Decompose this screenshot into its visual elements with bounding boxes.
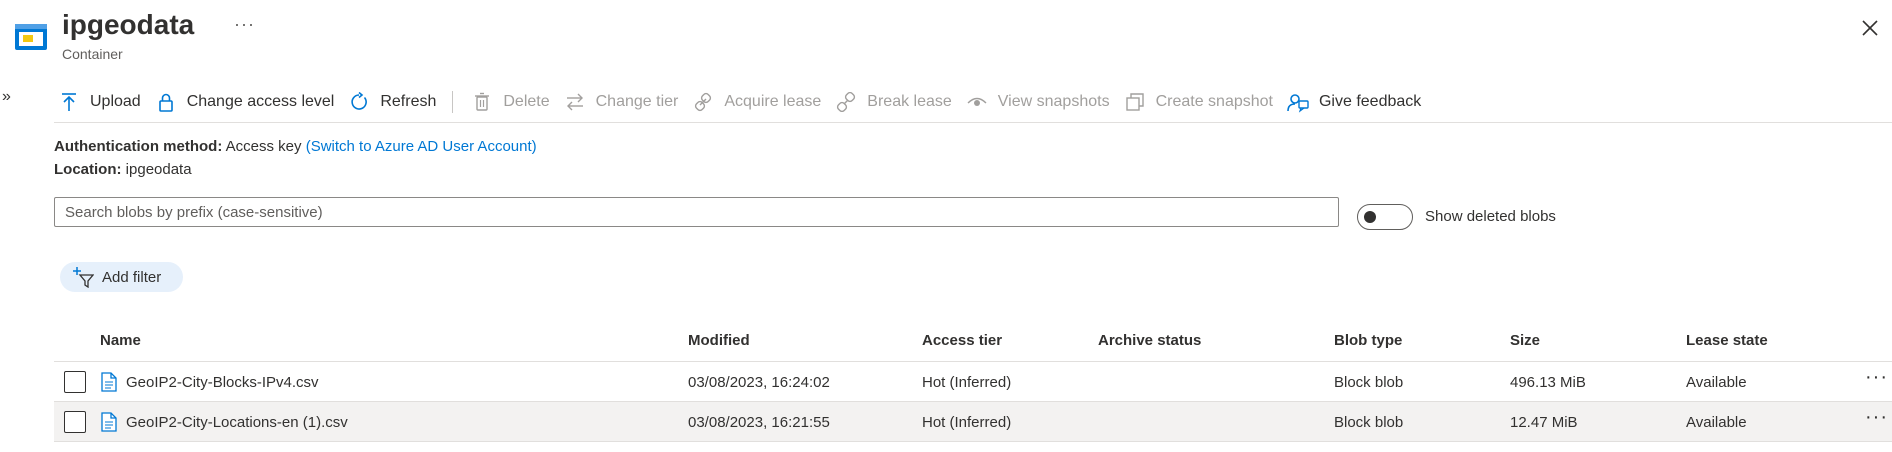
column-header-modified[interactable]: Modified	[688, 332, 750, 349]
show-deleted-label: Show deleted blobs	[1425, 208, 1556, 225]
column-header-lease-state[interactable]: Lease state	[1686, 332, 1768, 349]
broken-link-icon	[835, 91, 857, 113]
give-feedback-label: Give feedback	[1318, 93, 1422, 110]
command-bar: Upload Change access level Refresh Delet…	[54, 84, 1431, 120]
row-more-button[interactable]: ···	[1865, 406, 1888, 429]
row-more-button[interactable]: ···	[1865, 366, 1888, 389]
column-header-blob-type[interactable]: Blob type	[1334, 332, 1402, 349]
upload-label: Upload	[90, 93, 141, 110]
acquire-lease-button[interactable]: Acquire lease	[688, 84, 831, 120]
filter-icon	[73, 267, 94, 288]
table-row[interactable]: GeoIP2-City-Blocks-IPv4.csv 03/08/2023, …	[54, 362, 1892, 402]
auth-method-label: Authentication method:	[54, 138, 223, 155]
toolbar-divider	[54, 122, 1892, 123]
break-lease-label: Break lease	[867, 93, 952, 110]
trash-icon	[471, 91, 493, 113]
add-filter-label: Add filter	[102, 268, 162, 286]
auth-method-line: Authentication method: Access key (Switc…	[54, 138, 537, 155]
view-snapshots-label: View snapshots	[997, 93, 1110, 110]
give-feedback-button[interactable]: Give feedback	[1283, 84, 1431, 120]
link-icon	[692, 91, 714, 113]
eye-icon	[966, 91, 988, 113]
page-title: ipgeodata	[62, 9, 195, 40]
blob-table: Name Modified Access tier Archive status…	[54, 322, 1892, 442]
page-subtitle: Container	[62, 46, 123, 62]
column-header-archive-status[interactable]: Archive status	[1098, 332, 1201, 349]
change-tier-label: Change tier	[595, 93, 679, 110]
create-snapshot-label: Create snapshot	[1155, 93, 1273, 110]
toolbar-separator	[452, 91, 454, 113]
blob-access-tier: Hot (Inferred)	[922, 374, 1012, 391]
upload-button[interactable]: Upload	[54, 84, 151, 120]
acquire-lease-label: Acquire lease	[724, 93, 822, 110]
header-more-button[interactable]: ···	[234, 14, 255, 35]
blob-lease-state: Available	[1686, 414, 1747, 431]
blob-name[interactable]: GeoIP2-City-Blocks-IPv4.csv	[126, 374, 319, 391]
row-checkbox[interactable]	[64, 411, 86, 433]
upload-icon	[58, 91, 80, 113]
refresh-label: Refresh	[380, 93, 437, 110]
delete-label: Delete	[503, 93, 550, 110]
table-header: Name Modified Access tier Archive status…	[54, 322, 1892, 362]
expand-sidebar-button[interactable]: »	[2, 88, 11, 106]
create-snapshot-button[interactable]: Create snapshot	[1120, 84, 1283, 120]
blob-type: Block blob	[1334, 374, 1404, 391]
switch-auth-link[interactable]: (Switch to Azure AD User Account)	[306, 138, 537, 155]
location-line: Location: ipgeodata	[54, 161, 192, 178]
break-lease-button[interactable]: Break lease	[831, 84, 962, 120]
change-access-level-label: Change access level	[186, 93, 335, 110]
swap-icon	[564, 91, 586, 113]
location-value: ipgeodata	[125, 161, 192, 178]
blade-header: ipgeodata Container ···	[14, 8, 1884, 68]
change-access-level-button[interactable]: Change access level	[151, 84, 345, 120]
search-input[interactable]	[54, 197, 1339, 227]
snapshot-icon	[1124, 91, 1146, 113]
add-filter-button[interactable]: Add filter	[60, 262, 184, 292]
column-header-size[interactable]: Size	[1510, 332, 1540, 349]
lock-icon	[155, 91, 177, 113]
blob-access-tier: Hot (Inferred)	[922, 414, 1012, 431]
container-icon	[15, 24, 47, 50]
feedback-icon	[1287, 91, 1309, 113]
view-snapshots-button[interactable]: View snapshots	[962, 84, 1120, 120]
close-icon[interactable]	[1856, 14, 1884, 42]
row-checkbox[interactable]	[64, 371, 86, 393]
change-tier-button[interactable]: Change tier	[560, 84, 689, 120]
table-row[interactable]: GeoIP2-City-Locations-en (1).csv 03/08/2…	[54, 402, 1892, 442]
show-deleted-toggle[interactable]	[1357, 204, 1413, 230]
blob-name[interactable]: GeoIP2-City-Locations-en (1).csv	[126, 414, 348, 431]
file-icon	[101, 412, 117, 432]
location-label: Location:	[54, 161, 122, 178]
blob-size: 496.13 MiB	[1510, 374, 1586, 391]
toggle-knob	[1364, 211, 1376, 223]
blob-size: 12.47 MiB	[1510, 414, 1578, 431]
column-header-name[interactable]: Name	[100, 332, 141, 349]
auth-method-value: Access key	[225, 138, 302, 155]
blob-type: Block blob	[1334, 414, 1404, 431]
blob-modified: 03/08/2023, 16:21:55	[688, 414, 830, 431]
blob-lease-state: Available	[1686, 374, 1747, 391]
refresh-icon	[348, 91, 370, 113]
column-header-access-tier[interactable]: Access tier	[922, 332, 1002, 349]
blob-modified: 03/08/2023, 16:24:02	[688, 374, 830, 391]
refresh-button[interactable]: Refresh	[344, 84, 446, 120]
delete-button[interactable]: Delete	[467, 84, 559, 120]
file-icon	[101, 372, 117, 392]
